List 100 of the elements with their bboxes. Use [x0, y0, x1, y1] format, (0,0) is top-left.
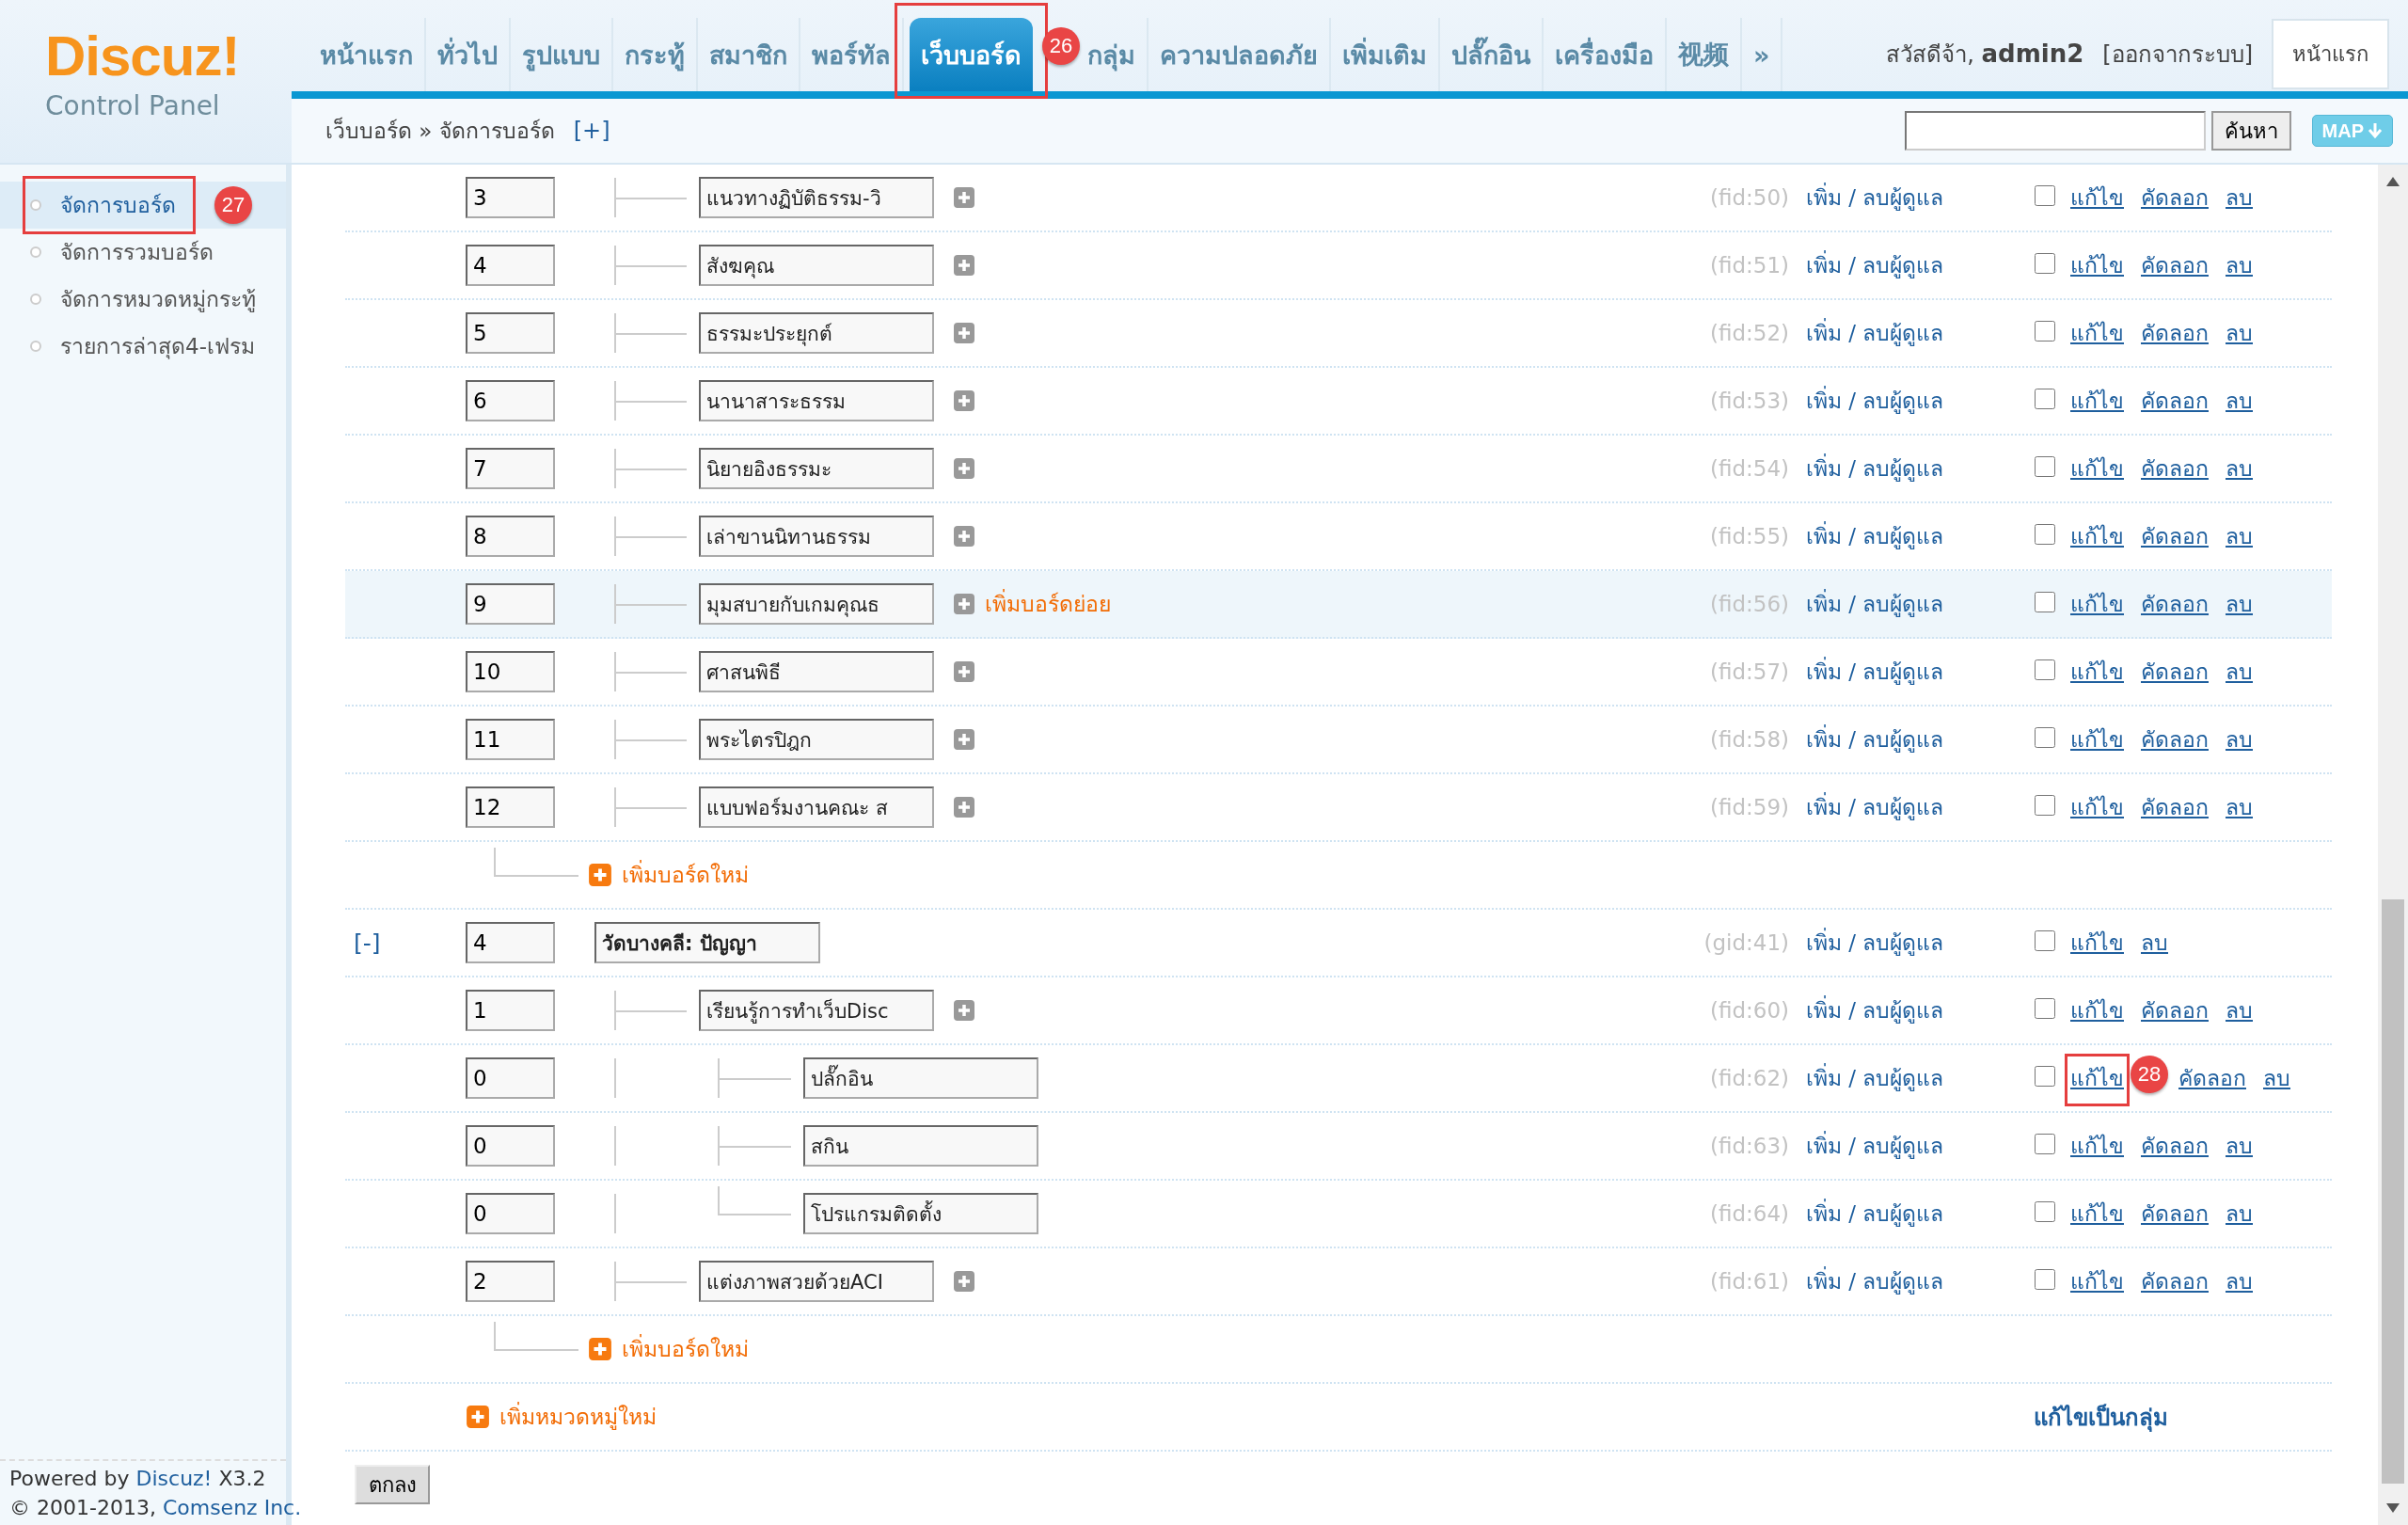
sidebar-item[interactable]: จัดการหมวดหมู่กระทู้ [0, 276, 286, 323]
order-field[interactable]: 10 [466, 651, 555, 692]
action-link[interactable]: แก้ไข [2070, 1264, 2124, 1298]
moderators-link[interactable]: เพิ่ม / ลบผู้ดูแล [1806, 181, 2035, 214]
action-link[interactable]: คัดลอก [2141, 587, 2209, 621]
forum-name-field[interactable]: แต่งภาพสวยด้วยACI [699, 1261, 934, 1302]
moderators-link[interactable]: เพิ่ม / ลบผู้ดูแล [1806, 1129, 2035, 1163]
plus-icon[interactable] [953, 796, 975, 818]
nav-tab[interactable]: ทั่วไป [426, 18, 511, 91]
action-link[interactable]: คัดลอก [2141, 1264, 2209, 1298]
nav-tab[interactable]: สมาชิก [698, 18, 800, 91]
action-link[interactable]: ลบ [2226, 993, 2253, 1027]
collapse-toggle[interactable]: [-] [354, 929, 381, 957]
action-link[interactable]: แก้ไข [2070, 1129, 2124, 1163]
forum-name-field[interactable]: ศาสนพิธี [699, 651, 934, 692]
action-link[interactable]: คัดลอก [2141, 655, 2209, 689]
action-link[interactable]: แก้ไข [2070, 723, 2124, 756]
action-link[interactable]: ลบ [2226, 1197, 2253, 1231]
plus-icon[interactable] [953, 1270, 975, 1293]
moderators-link[interactable]: เพิ่ม / ลบผู้ดูแล [1806, 587, 2035, 621]
batch-edit-link[interactable]: แก้ไขเป็นกลุ่ม [2034, 1398, 2168, 1436]
nav-tab[interactable]: หน้าแรก [309, 18, 426, 91]
moderators-link[interactable]: เพิ่ม / ลบผู้ดูแล [1806, 316, 2035, 350]
select-checkbox[interactable] [2035, 388, 2055, 409]
nav-tab[interactable]: เว็บบอร์ด [910, 18, 1033, 91]
select-checkbox[interactable] [2035, 1200, 2055, 1222]
moderators-link[interactable]: เพิ่ม / ลบผู้ดูแล [1806, 723, 2035, 756]
nav-tab[interactable]: กลุ่ม [1076, 18, 1149, 91]
select-checkbox[interactable] [2035, 929, 2055, 951]
scrollbar[interactable] [2378, 165, 2408, 1525]
moderators-link[interactable]: เพิ่ม / ลบผู้ดูแล [1806, 790, 2035, 824]
order-field[interactable]: 6 [466, 380, 555, 421]
nav-tab[interactable]: เพิ่มเติม [1331, 18, 1440, 91]
action-link[interactable]: แก้ไข [2070, 1197, 2124, 1231]
nav-tab[interactable]: ความปลอดภัย [1149, 18, 1331, 91]
forum-name-field[interactable]: มุมสบายกับเกมคุณธ [699, 583, 934, 625]
action-link[interactable]: ลบ [2226, 587, 2253, 621]
moderators-link[interactable]: เพิ่ม / ลบผู้ดูแล [1806, 1264, 2035, 1298]
action-link[interactable]: แก้ไข [2070, 384, 2124, 418]
nav-tab[interactable]: เครื่องมือ [1544, 18, 1667, 91]
select-checkbox[interactable] [2035, 659, 2055, 680]
logout-link[interactable]: [ออกจากระบบ] [2102, 36, 2253, 72]
select-checkbox[interactable] [2035, 320, 2055, 342]
moderators-link[interactable]: เพิ่ม / ลบผู้ดูแล [1806, 1061, 2035, 1095]
action-link[interactable]: แก้ไข [2070, 926, 2124, 960]
order-field[interactable]: 9 [466, 583, 555, 625]
action-link[interactable]: ลบ [2226, 248, 2253, 282]
moderators-link[interactable]: เพิ่ม / ลบผู้ดูแล [1806, 248, 2035, 282]
plus-icon[interactable] [953, 999, 975, 1022]
order-field[interactable]: 0 [466, 1125, 555, 1167]
action-link[interactable]: คัดลอก [2141, 723, 2209, 756]
sidebar-item[interactable]: รายการล่าสุด4-เฟรม [0, 323, 286, 370]
action-link[interactable]: ลบ [2226, 181, 2253, 214]
plus-icon[interactable] [953, 254, 975, 277]
forum-name-field[interactable]: ธรรมะประยุกต์ [699, 312, 934, 354]
action-link[interactable]: ลบ [2226, 790, 2253, 824]
nav-tab[interactable]: พอร์ทัล [800, 18, 904, 91]
moderators-link[interactable]: เพิ่ม / ลบผู้ดูแล [1806, 384, 2035, 418]
select-checkbox[interactable] [2035, 794, 2055, 816]
order-field[interactable]: 0 [466, 1193, 555, 1234]
action-link[interactable]: ลบ [2226, 384, 2253, 418]
select-checkbox[interactable] [2035, 997, 2055, 1019]
forum-name-field[interactable]: สกิน [803, 1125, 1038, 1167]
moderators-link[interactable]: เพิ่ม / ลบผู้ดูแล [1806, 993, 2035, 1027]
forum-name-field[interactable]: เรียนรู้การทำเว็บDisc [699, 990, 934, 1031]
plus-icon[interactable] [953, 457, 975, 480]
select-checkbox[interactable] [2035, 523, 2055, 545]
scroll-thumb[interactable] [2382, 899, 2404, 1484]
moderators-link[interactable]: เพิ่ม / ลบผู้ดูแล [1806, 452, 2035, 485]
forum-name-field[interactable]: โปรแกรมติดตั้ง [803, 1193, 1038, 1234]
plus-icon[interactable] [953, 593, 975, 615]
select-checkbox[interactable] [2035, 1133, 2055, 1154]
select-checkbox[interactable] [2035, 455, 2055, 477]
company-link[interactable]: Comsenz Inc. [162, 1496, 302, 1519]
action-link[interactable]: คัดลอก [2141, 384, 2209, 418]
nav-tab[interactable]: รูปแบบ [511, 18, 613, 91]
action-link[interactable]: คัดลอก [2141, 1197, 2209, 1231]
action-link[interactable]: ลบ [2226, 519, 2253, 553]
plus-icon[interactable] [953, 186, 975, 209]
select-checkbox[interactable] [2035, 591, 2055, 612]
action-link[interactable]: ลบ [2226, 723, 2253, 756]
action-link[interactable]: แก้ไข [2070, 790, 2124, 824]
action-link[interactable]: คัดลอก [2141, 790, 2209, 824]
search-button[interactable]: ค้นหา [2210, 111, 2291, 151]
plus-icon[interactable] [953, 728, 975, 751]
plus-icon[interactable] [953, 660, 975, 683]
plus-icon[interactable] [953, 525, 975, 548]
product-link[interactable]: Discuz! [135, 1467, 213, 1490]
order-field[interactable]: 8 [466, 516, 555, 557]
moderators-link[interactable]: เพิ่ม / ลบผู้ดูแล [1806, 655, 2035, 689]
action-link[interactable]: ลบ [2226, 316, 2253, 350]
nav-tab[interactable]: ปลั๊กอิน [1440, 18, 1544, 91]
action-link[interactable]: ลบ [2141, 926, 2168, 960]
submit-button[interactable]: ตกลง [355, 1465, 430, 1504]
search-field[interactable] [1904, 111, 2206, 151]
forum-name-field[interactable]: ปลั๊กอิน [803, 1057, 1038, 1099]
action-link[interactable]: แก้ไข [2070, 1061, 2124, 1095]
action-link[interactable]: คัดลอก [2141, 993, 2209, 1027]
forum-name-field[interactable]: เล่าขานนิทานธรรม [699, 516, 934, 557]
plus-icon[interactable] [953, 322, 975, 344]
